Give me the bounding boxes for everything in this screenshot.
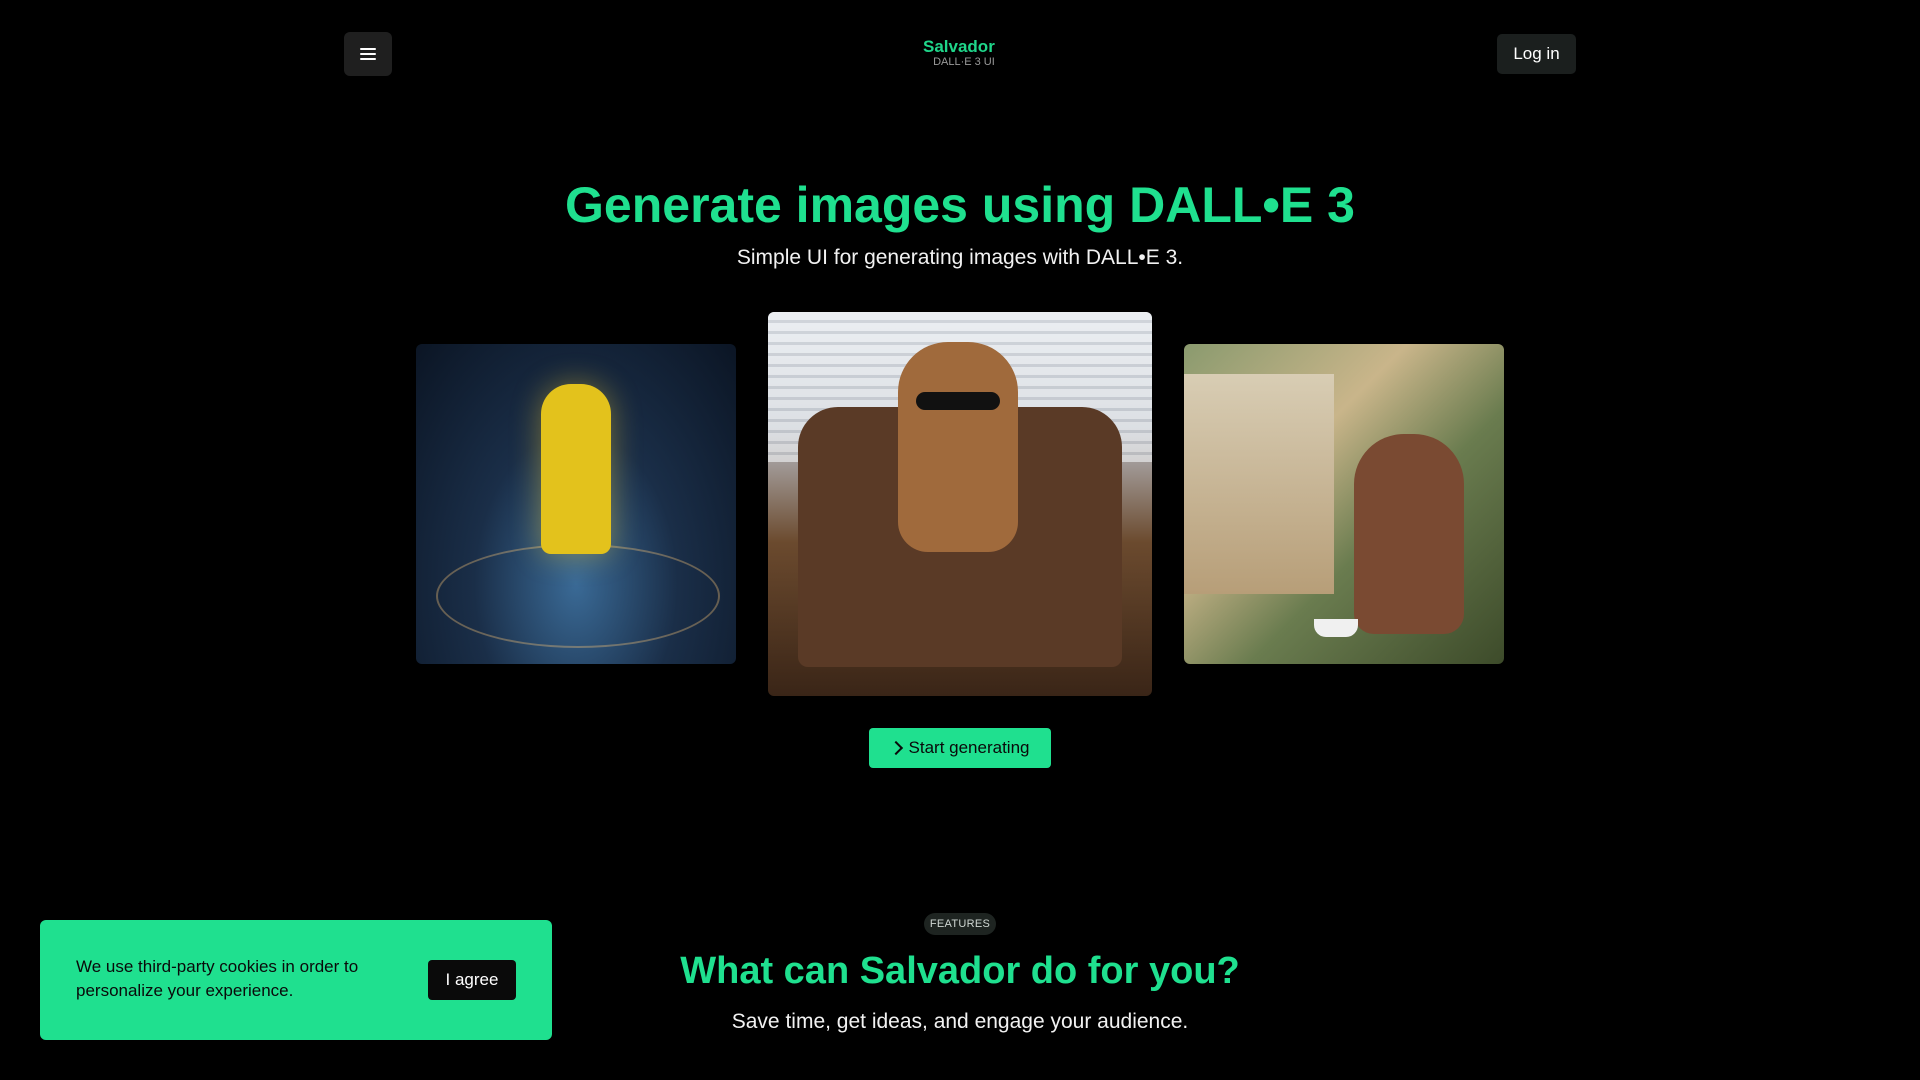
cookie-banner: We use third-party cookies in order to p… xyxy=(40,920,552,1040)
puddle-ripple xyxy=(436,544,720,648)
street-buildings xyxy=(1184,374,1334,594)
chevron-right-icon xyxy=(888,740,903,756)
brand-name: Salvador xyxy=(923,37,995,56)
start-generating-label: Start generating xyxy=(908,738,1030,757)
hamburger-icon xyxy=(360,48,376,60)
page: Salvador DALL·E 3 UI Log in Generate ima… xyxy=(0,0,1920,1080)
hero-title: Generate images using DALL•E 3 xyxy=(565,177,1355,233)
brand-logo[interactable]: Salvador DALL·E 3 UI xyxy=(923,37,995,69)
brand-subtitle: DALL·E 3 UI xyxy=(933,56,995,68)
agree-button[interactable]: I agree xyxy=(428,960,516,1000)
sunglasses xyxy=(916,392,1000,410)
hero-subtitle: Simple UI for generating images with DAL… xyxy=(736,246,1184,269)
woman-at-cafe-image xyxy=(1184,344,1504,664)
cat-in-armchair-image xyxy=(768,312,1152,696)
girl-in-raincoat-image xyxy=(416,344,736,664)
cookie-text: We use third-party cookies in order to p… xyxy=(76,957,359,1000)
features-badge: FEATURES xyxy=(924,913,996,935)
start-generating-button[interactable]: Start generating xyxy=(869,728,1051,768)
cat-figure xyxy=(898,342,1018,552)
girl-figure xyxy=(541,384,611,554)
coffee-cup xyxy=(1314,619,1358,637)
menu-button[interactable] xyxy=(344,32,392,76)
login-button[interactable]: Log in xyxy=(1497,34,1576,74)
woman-figure xyxy=(1354,434,1464,634)
